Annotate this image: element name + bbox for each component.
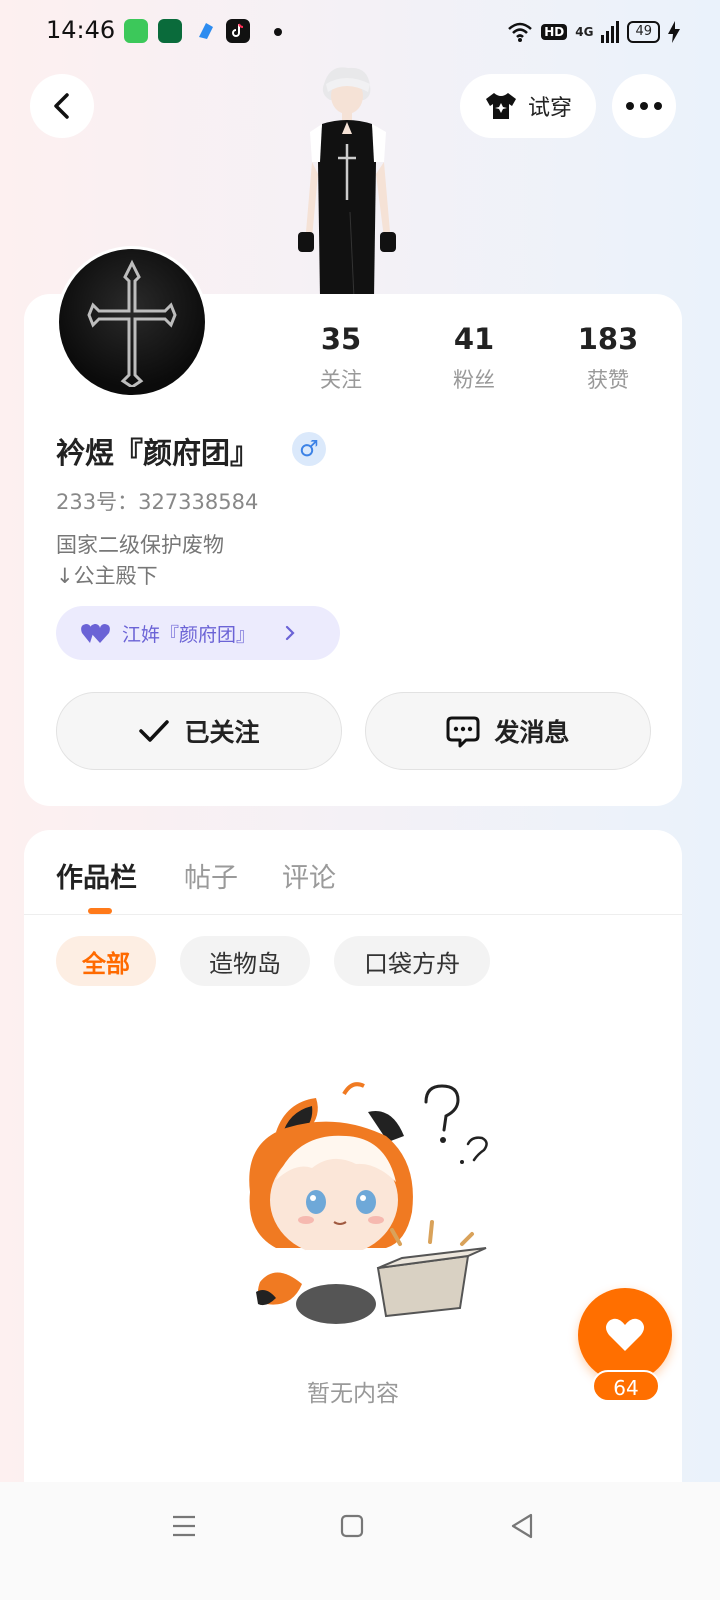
- message-label: 发消息: [494, 718, 570, 747]
- status-time: 14:46: [46, 16, 116, 44]
- stat-likes[interactable]: 183 获赞: [548, 322, 668, 394]
- chat-bubble-icon: [446, 716, 480, 748]
- check-icon: [139, 720, 170, 742]
- square-icon: [340, 1514, 364, 1538]
- battery-indicator: 49: [627, 21, 660, 43]
- message-button[interactable]: 发消息: [365, 692, 651, 770]
- double-heart-icon: [81, 624, 110, 643]
- try-on-label: 试穿: [527, 96, 572, 121]
- more-icon: [626, 102, 662, 110]
- more-button[interactable]: [612, 74, 676, 138]
- signal-icon: [601, 21, 620, 43]
- status-icons: HD 4G 49: [507, 16, 680, 48]
- bio-line: ↓公主殿下: [56, 564, 158, 588]
- stat-following[interactable]: 35 关注: [281, 322, 401, 394]
- network-label: 4G: [575, 25, 594, 39]
- divider: [24, 914, 682, 915]
- notification-dot: [274, 28, 282, 36]
- relationship-chip[interactable]: 江姩『颜府团』: [56, 606, 340, 660]
- stat-label: 获赞: [587, 368, 629, 392]
- menu-nav-button[interactable]: [154, 1506, 214, 1546]
- user-id[interactable]: 233号：327338584: [56, 486, 258, 516]
- bio: 国家二级保护废物 ↓公主殿下: [56, 530, 224, 592]
- empty-state-illustration: [249, 1082, 488, 1324]
- wifi-icon: [508, 22, 533, 42]
- like-button[interactable]: [578, 1288, 672, 1382]
- stat-followers[interactable]: 41 粉丝: [414, 322, 534, 394]
- triangle-back-icon: [511, 1513, 533, 1539]
- hd-badge: HD: [541, 24, 568, 40]
- profile-name: 衿煜『颜府团』: [56, 436, 260, 470]
- tab-comments[interactable]: 评论: [282, 856, 336, 895]
- browser-icon: [194, 19, 218, 43]
- male-icon: ♂: [292, 432, 326, 466]
- back-nav-button[interactable]: [492, 1506, 552, 1546]
- tab-works[interactable]: 作品栏: [56, 856, 137, 895]
- stat-value: 35: [320, 322, 362, 356]
- stat-value: 183: [577, 322, 639, 356]
- chevron-right-icon: [285, 625, 295, 641]
- app-store-icon: [124, 19, 148, 43]
- back-button[interactable]: [30, 74, 94, 138]
- status-bar: 14:46 HD 4G 49: [0, 0, 720, 64]
- character-model: [298, 67, 396, 298]
- shirt-icon: [485, 93, 516, 119]
- home-nav-button[interactable]: [322, 1506, 382, 1546]
- stat-label: 关注: [320, 368, 362, 392]
- menu-icon: [173, 1515, 195, 1537]
- like-count: 64: [592, 1370, 660, 1402]
- bio-line: 国家二级保护废物: [56, 533, 224, 557]
- filter-all[interactable]: 全部: [56, 936, 156, 986]
- tiktok-icon: [226, 19, 250, 43]
- followed-label: 已关注: [184, 718, 260, 747]
- charging-icon: [668, 21, 680, 43]
- oppo-icon: [158, 19, 182, 43]
- system-nav-bar: [0, 1482, 720, 1600]
- cross-icon: [87, 259, 177, 387]
- chevron-left-icon: [54, 93, 69, 119]
- stat-value: 41: [453, 322, 495, 356]
- filter-pocket-ark[interactable]: 口袋方舟: [334, 936, 490, 986]
- avatar[interactable]: [56, 246, 208, 398]
- tab-posts[interactable]: 帖子: [184, 856, 238, 895]
- relationship-name: 江姩『颜府团』: [122, 623, 256, 646]
- heart-icon: [606, 1318, 644, 1351]
- try-on-button[interactable]: 试穿: [460, 74, 596, 138]
- stat-label: 粉丝: [453, 368, 495, 392]
- followed-button[interactable]: 已关注: [56, 692, 342, 770]
- filter-creation-island[interactable]: 造物岛: [180, 936, 310, 986]
